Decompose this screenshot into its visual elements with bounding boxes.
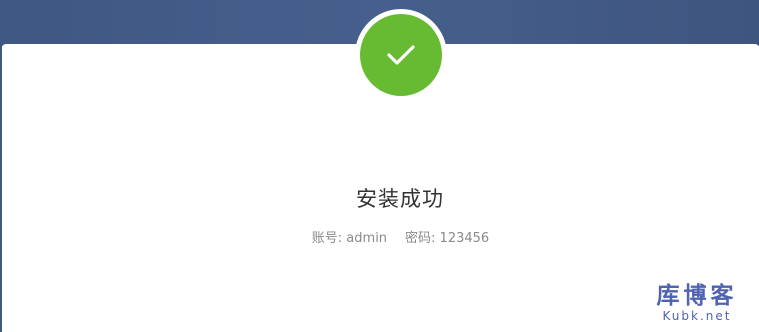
success-title: 安装成功 — [356, 187, 444, 211]
install-success-page: 安装成功 账号: admin 密码: 123456 库博客 Kubk.net — [0, 0, 759, 332]
success-badge — [360, 14, 442, 96]
checkmark-icon — [387, 45, 415, 65]
account-text: 账号: admin — [311, 231, 388, 246]
credentials-line: 账号: admin 密码: 123456 — [0, 227, 759, 246]
watermark-chinese: 库博客 — [656, 283, 738, 309]
watermark-domain: Kubk.net — [662, 309, 732, 323]
watermark: 库博客 Kubk.net — [649, 283, 745, 323]
password-text: 密码: 123456 — [405, 231, 490, 246]
